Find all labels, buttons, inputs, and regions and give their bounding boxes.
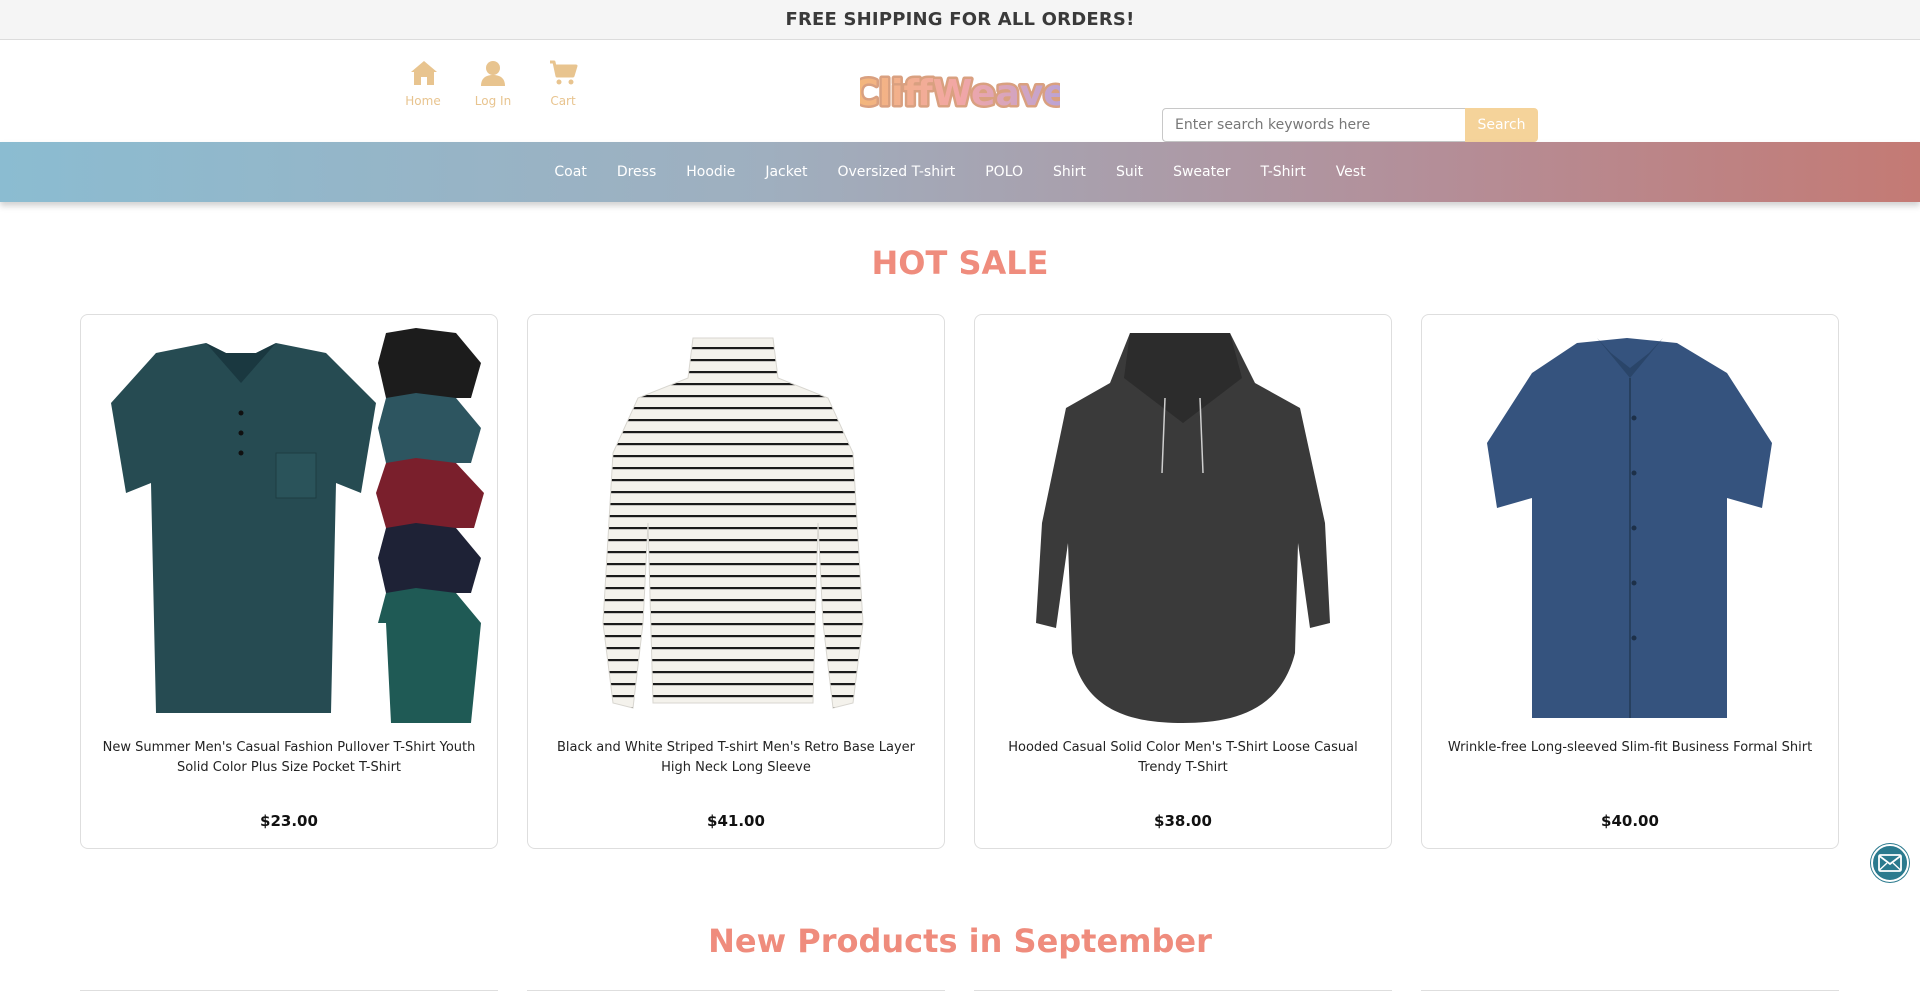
category-tshirt[interactable]: T-Shirt: [1260, 164, 1305, 180]
hot-sale-title: HOT SALE: [871, 244, 1049, 282]
category-coat[interactable]: Coat: [554, 164, 586, 180]
category-suit[interactable]: Suit: [1116, 164, 1143, 180]
product-image-polo-shirt[interactable]: [86, 323, 492, 735]
product-price: $41.00: [707, 812, 765, 830]
header: Home Log In Cart CliffWeave CliffWeave E…: [0, 40, 1920, 142]
cart-icon: [550, 60, 578, 85]
product-image-striped-turtleneck[interactable]: [533, 323, 939, 735]
nav-home-label: Home: [405, 94, 441, 108]
category-nav: Coat Dress Hoodie Jacket Oversized T-shi…: [0, 142, 1920, 202]
category-vest[interactable]: Vest: [1336, 164, 1366, 180]
polo-shirt-image: [111, 328, 484, 723]
nav-cart-label: Cart: [550, 94, 576, 108]
product-card[interactable]: New Summer Men's Casual Fashion Pullover…: [80, 314, 498, 849]
new-products-title: New Products in September: [708, 922, 1212, 960]
user-icon: [481, 61, 505, 86]
product-price: $40.00: [1601, 812, 1659, 830]
product-name[interactable]: Hooded Casual Solid Color Men's T-Shirt …: [987, 738, 1379, 778]
product-card[interactable]: Hooded Casual Solid Color Men's T-Shirt …: [974, 314, 1392, 849]
striped-turtleneck-image: [602, 337, 864, 709]
product-image-dress-shirt[interactable]: [1427, 323, 1833, 735]
svg-text:CliffWeave: CliffWeave: [860, 73, 1060, 114]
product-card[interactable]: Black and White Striped T-shirt Men's Re…: [527, 314, 945, 849]
product-card[interactable]: Wrinkle-free Long-sleeved Slim-fit Busin…: [1421, 314, 1839, 849]
nav-home[interactable]: Home: [388, 58, 458, 108]
product-name[interactable]: Wrinkle-free Long-sleeved Slim-fit Busin…: [1434, 738, 1826, 758]
search-input[interactable]: [1162, 108, 1466, 142]
category-jacket[interactable]: Jacket: [765, 164, 807, 180]
category-polo[interactable]: POLO: [985, 164, 1023, 180]
nav-cart[interactable]: Cart: [528, 58, 598, 108]
category-shirt[interactable]: Shirt: [1053, 164, 1086, 180]
site-logo[interactable]: CliffWeave CliffWeave: [860, 67, 1060, 117]
search-button[interactable]: Search: [1465, 108, 1538, 142]
announcement-text: FREE SHIPPING FOR ALL ORDERS!: [785, 9, 1135, 30]
logo-image: CliffWeave CliffWeave: [860, 71, 1060, 117]
product-price: $23.00: [260, 812, 318, 830]
mail-icon: [1878, 854, 1902, 872]
nav-login-label: Log In: [474, 94, 512, 108]
contact-mail-button[interactable]: [1871, 844, 1909, 882]
product-name[interactable]: New Summer Men's Casual Fashion Pullover…: [93, 738, 485, 778]
category-dress[interactable]: Dress: [617, 164, 656, 180]
product-name[interactable]: Black and White Striped T-shirt Men's Re…: [540, 738, 932, 778]
product-price: $38.00: [1154, 812, 1212, 830]
dress-shirt-image: [1487, 338, 1772, 718]
product-image-hoodie[interactable]: [980, 323, 1386, 735]
announcement-bar: FREE SHIPPING FOR ALL ORDERS!: [0, 0, 1920, 40]
nav-login[interactable]: Log In: [458, 58, 528, 108]
hot-sale-grid: New Summer Men's Casual Fashion Pullover…: [80, 314, 1839, 849]
header-nav: Home Log In Cart: [388, 58, 598, 108]
category-sweater[interactable]: Sweater: [1173, 164, 1230, 180]
category-hoodie[interactable]: Hoodie: [686, 164, 735, 180]
hoodie-image: [1036, 333, 1330, 723]
category-oversized-tshirt[interactable]: Oversized T-shirt: [837, 164, 955, 180]
home-icon: [411, 61, 437, 85]
